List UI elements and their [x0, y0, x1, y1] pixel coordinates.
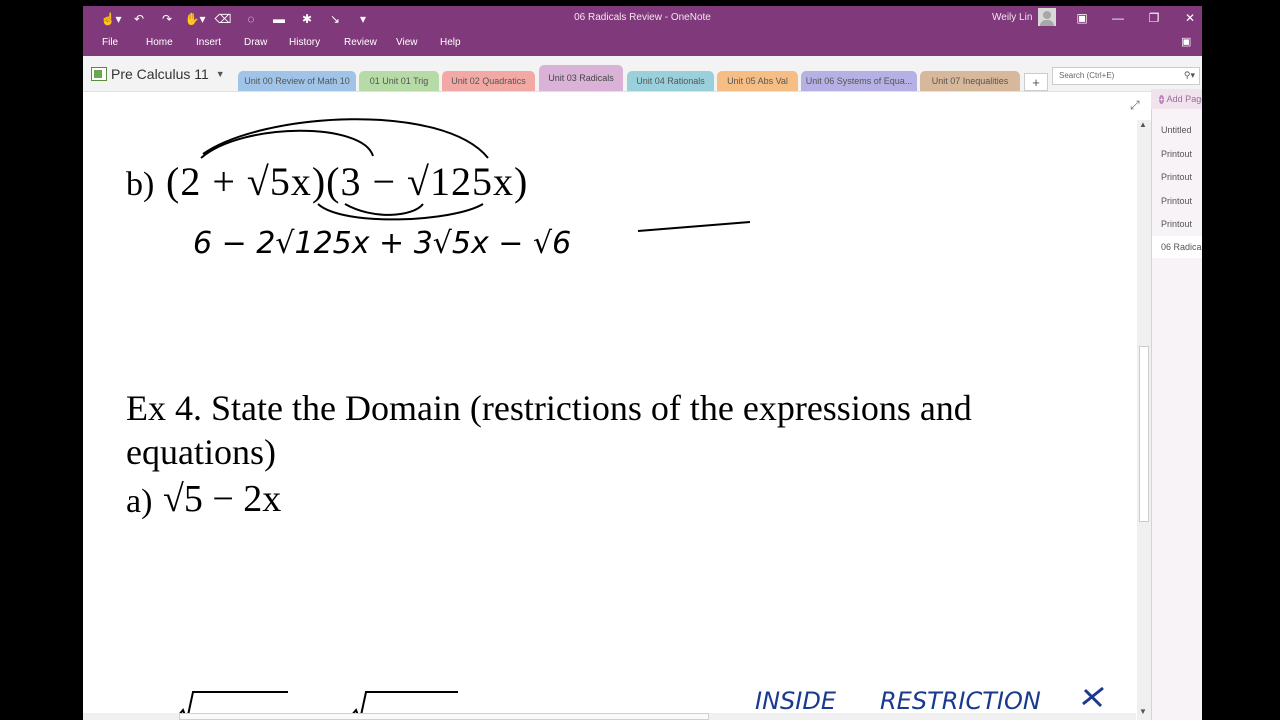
- search-icon[interactable]: ⚲▾: [1184, 70, 1195, 81]
- ribbon-display-icon: ▣: [1076, 11, 1088, 25]
- page-item-label: Printout: [1161, 172, 1193, 182]
- scroll-up-icon[interactable]: ▲: [1139, 120, 1147, 129]
- notebook-name: Pre Calculus 11: [111, 66, 209, 82]
- page-item[interactable]: Untitled: [1152, 119, 1202, 141]
- section-tab-label: Unit 00 Review of Math 10: [244, 76, 350, 86]
- ink-arc-3: [317, 203, 484, 221]
- window-title: 06 Radicals Review - OneNote: [574, 12, 711, 23]
- menu-help[interactable]: Help: [440, 37, 461, 48]
- page-item-label: 06 Radicals Review: [1161, 242, 1202, 252]
- menu-file[interactable]: File: [102, 37, 118, 48]
- plus-icon: +: [1159, 94, 1164, 104]
- scroll-thumb[interactable]: [1139, 346, 1149, 522]
- section-tab-unit-04[interactable]: Unit 04 Rationals: [627, 71, 714, 91]
- page-item[interactable]: Printout: [1152, 213, 1202, 235]
- page-item-label: Printout: [1161, 219, 1193, 229]
- scroll-down-icon[interactable]: ▼: [1139, 707, 1147, 716]
- close-icon: ✕: [1184, 11, 1196, 25]
- section-tab-unit-02[interactable]: Unit 02 Quadratics: [442, 71, 535, 91]
- section-tab-label: Unit 03 Radicals: [548, 73, 614, 83]
- menu-draw[interactable]: Draw: [244, 37, 267, 48]
- add-page-label: Add Page: [1166, 94, 1202, 104]
- add-section-button[interactable]: +: [1024, 73, 1048, 91]
- menu-history[interactable]: History: [289, 37, 320, 48]
- section-tab-label: Unit 07 Inequalities: [931, 76, 1009, 86]
- ribbon-collapse-icon[interactable]: ▣: [1181, 35, 1191, 48]
- search-input[interactable]: Search (Ctrl+E) ⚲▾: [1052, 67, 1200, 85]
- expand-icon[interactable]: ⤢: [1130, 98, 1140, 113]
- section-tab-unit-06[interactable]: Unit 06 Systems of Equa...: [801, 71, 917, 91]
- avatar[interactable]: [1038, 8, 1056, 26]
- menu-home[interactable]: Home: [146, 37, 173, 48]
- minimize-button[interactable]: —: [1100, 6, 1136, 30]
- horizontal-scroll-thumb[interactable]: [179, 713, 709, 720]
- ink-blue-mark: [1082, 686, 1104, 708]
- ink-strokes: [177, 118, 1104, 720]
- section-tab-unit-03[interactable]: Unit 03 Radicals: [539, 65, 623, 91]
- page-item[interactable]: Printout: [1152, 190, 1202, 212]
- page-item[interactable]: Printout: [1152, 143, 1202, 165]
- menu-review[interactable]: Review: [344, 37, 377, 48]
- section-tab-unit-07[interactable]: Unit 07 Inequalities: [920, 71, 1020, 91]
- chevron-down-icon: ▼: [215, 69, 225, 79]
- title-bar: ☝▾ ↶ ↷ ✋▾ ⌫ ◌ ▬ ✱ ↘ ▾ 06 Radicals Review - OneNot…: [83, 6, 1202, 30]
- add-page-button[interactable]: + Add Page: [1151, 89, 1202, 109]
- ink-arc-1: [202, 118, 489, 159]
- restore-icon: ❐: [1148, 11, 1160, 25]
- restore-button[interactable]: ❐: [1136, 6, 1172, 30]
- notebook-icon: [91, 67, 107, 81]
- horizontal-scrollbar[interactable]: [83, 713, 1136, 720]
- page-canvas[interactable]: b) (2 + √5x)(3 − √125x) Ex 4. State the …: [83, 92, 1136, 720]
- page-item-active[interactable]: 06 Radicals Review: [1152, 236, 1202, 258]
- page-item[interactable]: Printout: [1152, 166, 1202, 188]
- section-tab-label: Unit 05 Abs Val: [727, 76, 788, 86]
- page-item-label: Untitled: [1161, 125, 1192, 135]
- section-tab-label: 01 Unit 01 Trig: [369, 76, 429, 86]
- menu-view[interactable]: View: [396, 37, 418, 48]
- minimize-icon: —: [1112, 11, 1124, 25]
- section-tab-bar: Pre Calculus 11 ▼ Unit 00 Review of Math…: [83, 56, 1202, 92]
- section-tab-label: Unit 02 Quadratics: [451, 76, 526, 86]
- vertical-scrollbar[interactable]: ▲ ▼: [1137, 120, 1151, 720]
- section-tab-unit-00[interactable]: Unit 00 Review of Math 10: [238, 71, 356, 91]
- user-name[interactable]: Weily Lin: [992, 12, 1032, 23]
- ink-arc-4: [344, 203, 424, 216]
- plus-icon: +: [1032, 74, 1040, 90]
- menu-bar: File Home Insert Draw History Review Vie…: [83, 30, 1202, 56]
- ink-radical-bar: [637, 221, 751, 232]
- ribbon-display-button[interactable]: ▣: [1064, 6, 1100, 30]
- section-tab-unit-05[interactable]: Unit 05 Abs Val: [717, 71, 798, 91]
- page-item-label: Printout: [1161, 196, 1193, 206]
- menu-insert[interactable]: Insert: [196, 37, 221, 48]
- onenote-window: ☝▾ ↶ ↷ ✋▾ ⌫ ◌ ▬ ✱ ↘ ▾ 06 Radicals Review - OneNot…: [83, 6, 1202, 720]
- section-tab-unit-01[interactable]: 01 Unit 01 Trig: [359, 71, 439, 91]
- notebook-selector[interactable]: Pre Calculus 11 ▼: [91, 66, 225, 82]
- search-placeholder: Search (Ctrl+E): [1059, 71, 1115, 80]
- section-tab-label: Unit 04 Rationals: [636, 76, 705, 86]
- ink-arc-2: [200, 129, 374, 159]
- section-tab-label: Unit 06 Systems of Equa...: [805, 76, 913, 86]
- page-item-label: Printout: [1161, 149, 1193, 159]
- close-button[interactable]: ✕: [1172, 6, 1202, 30]
